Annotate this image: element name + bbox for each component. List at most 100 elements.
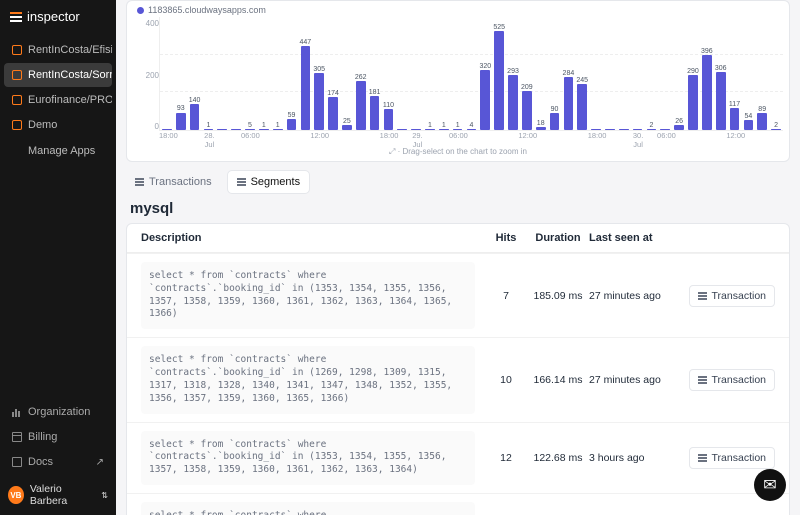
bar-label: 245 bbox=[576, 77, 588, 84]
bar-label: 2 bbox=[774, 122, 778, 129]
xtick: 30. Jul bbox=[632, 131, 645, 145]
bar[interactable]: 305 bbox=[312, 17, 326, 130]
nav-organization[interactable]: Organization bbox=[4, 400, 112, 424]
bar[interactable]: 1 bbox=[271, 17, 285, 130]
sidebar-project[interactable]: RentInCosta/Sorr… bbox=[4, 63, 112, 87]
chart-card: 1183865.cloudwaysapps.com 400 200 0 9314… bbox=[126, 0, 790, 162]
nav-docs[interactable]: Docs ↗ bbox=[4, 450, 112, 474]
brand-logo[interactable]: inspector bbox=[0, 0, 116, 33]
bar[interactable]: 1 bbox=[202, 17, 216, 130]
xtick bbox=[562, 131, 575, 145]
bar[interactable]: 1 bbox=[437, 17, 451, 130]
xtick: 18:00 bbox=[588, 131, 607, 145]
xtick bbox=[506, 131, 519, 145]
bar[interactable]: 396 bbox=[700, 17, 714, 130]
bar[interactable]: 293 bbox=[506, 17, 520, 130]
avatar: VB bbox=[8, 486, 24, 504]
bar[interactable] bbox=[229, 17, 243, 130]
apps-icon bbox=[12, 146, 22, 156]
xtick bbox=[480, 131, 493, 145]
bar[interactable] bbox=[215, 17, 229, 130]
bar[interactable]: 140 bbox=[188, 17, 202, 130]
bar[interactable]: 110 bbox=[382, 17, 396, 130]
xtick bbox=[575, 131, 588, 145]
bar[interactable]: 174 bbox=[326, 17, 340, 130]
bar[interactable] bbox=[603, 17, 617, 130]
transaction-button-label: Transaction bbox=[712, 290, 766, 302]
bar[interactable]: 25 bbox=[340, 17, 354, 130]
transaction-button[interactable]: Transaction bbox=[689, 285, 775, 307]
bar[interactable]: 290 bbox=[686, 17, 700, 130]
bar[interactable]: 54 bbox=[741, 17, 755, 130]
bar[interactable]: 209 bbox=[520, 17, 534, 130]
bar[interactable]: 320 bbox=[478, 17, 492, 130]
bar[interactable]: 117 bbox=[728, 17, 742, 130]
bar[interactable]: 245 bbox=[575, 17, 589, 130]
user-row[interactable]: VB Valerio Barbera ⇅ bbox=[0, 475, 116, 515]
sidebar-project[interactable]: Eurofinance/PROD bbox=[4, 88, 112, 112]
xtick bbox=[537, 131, 550, 145]
xtick bbox=[550, 131, 563, 145]
bar[interactable] bbox=[160, 17, 174, 130]
bar[interactable]: 1 bbox=[451, 17, 465, 130]
cell-last-seen: 3 hours ago bbox=[589, 452, 685, 464]
manage-apps[interactable]: Manage Apps bbox=[4, 139, 112, 163]
bar[interactable]: 284 bbox=[561, 17, 575, 130]
plot-area[interactable]: 9314015115944730517425262181110111432052… bbox=[159, 17, 783, 131]
cell-hits: 12 bbox=[485, 452, 527, 464]
bar-label: 140 bbox=[189, 97, 201, 104]
ytick: 200 bbox=[146, 71, 159, 80]
bar[interactable] bbox=[589, 17, 603, 130]
list-icon bbox=[237, 178, 246, 186]
xtick bbox=[398, 131, 411, 145]
bar[interactable] bbox=[409, 17, 423, 130]
bar[interactable]: 447 bbox=[298, 17, 312, 130]
bar[interactable]: 1 bbox=[423, 17, 437, 130]
bar[interactable]: 4 bbox=[465, 17, 479, 130]
bar[interactable]: 525 bbox=[492, 17, 506, 130]
xtick bbox=[770, 131, 783, 145]
table-row: select * from `contracts` where `contrac… bbox=[127, 493, 789, 515]
bar[interactable]: 93 bbox=[174, 17, 188, 130]
chart[interactable]: 400 200 0 931401511594473051742526218111… bbox=[133, 17, 783, 145]
card-icon bbox=[12, 432, 22, 442]
bar[interactable]: 5 bbox=[243, 17, 257, 130]
cell-last-seen: 27 minutes ago bbox=[589, 290, 685, 302]
xtick bbox=[424, 131, 437, 145]
manage-apps-label: Manage Apps bbox=[28, 145, 95, 157]
table-row: select * from `contracts` where `contrac… bbox=[127, 422, 789, 493]
bar-label: 93 bbox=[177, 105, 185, 112]
bar[interactable] bbox=[395, 17, 409, 130]
bar[interactable] bbox=[631, 17, 645, 130]
bar-label: 293 bbox=[507, 68, 519, 75]
sidebar-project[interactable]: RentInCosta/Efisio bbox=[4, 38, 112, 62]
transaction-button[interactable]: Transaction bbox=[689, 369, 775, 391]
bar-label: 18 bbox=[537, 120, 545, 127]
bar[interactable]: 2 bbox=[769, 17, 783, 130]
bottom-nav: Organization Billing Docs ↗ bbox=[0, 399, 116, 475]
chart-legend: 1183865.cloudwaysapps.com bbox=[133, 5, 783, 17]
table: Description Hits Duration Last seen at s… bbox=[126, 223, 790, 515]
bar[interactable]: 18 bbox=[534, 17, 548, 130]
col-duration: Duration bbox=[527, 232, 589, 244]
bar-label: 1 bbox=[456, 122, 460, 129]
bar[interactable] bbox=[617, 17, 631, 130]
bar[interactable]: 26 bbox=[672, 17, 686, 130]
tab-transactions[interactable]: Transactions bbox=[126, 170, 221, 194]
transaction-button[interactable]: Transaction bbox=[689, 447, 775, 469]
bar[interactable]: 262 bbox=[354, 17, 368, 130]
chat-fab[interactable]: ✉ bbox=[754, 469, 786, 501]
bar[interactable]: 2 bbox=[645, 17, 659, 130]
bar[interactable]: 90 bbox=[548, 17, 562, 130]
tab-segments[interactable]: Segments bbox=[227, 170, 311, 194]
bar[interactable]: 89 bbox=[755, 17, 769, 130]
sidebar-project[interactable]: Demo bbox=[4, 113, 112, 137]
xtick bbox=[272, 131, 285, 145]
bar[interactable]: 181 bbox=[368, 17, 382, 130]
bar[interactable]: 59 bbox=[285, 17, 299, 130]
nav-billing[interactable]: Billing bbox=[4, 425, 112, 449]
xtick bbox=[190, 131, 203, 145]
bar[interactable]: 1 bbox=[257, 17, 271, 130]
bar[interactable] bbox=[658, 17, 672, 130]
bar[interactable]: 306 bbox=[714, 17, 728, 130]
